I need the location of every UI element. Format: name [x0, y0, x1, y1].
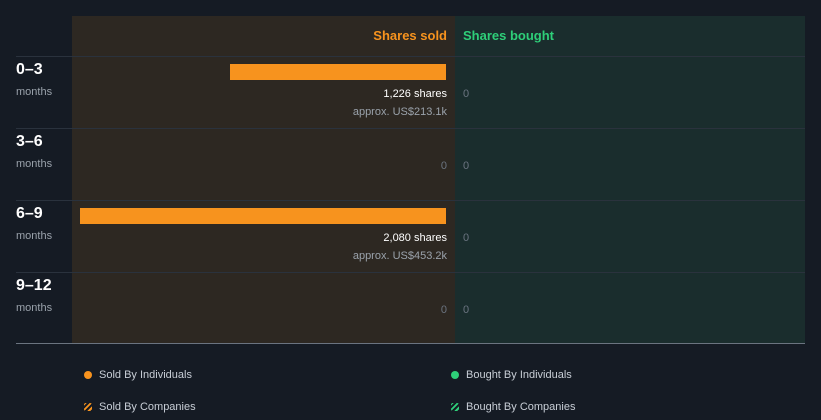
- period-label: 0–3: [16, 61, 43, 78]
- legend-label: Bought By Companies: [466, 401, 576, 413]
- legend-label: Sold By Individuals: [99, 369, 192, 381]
- row-divider: [16, 272, 805, 273]
- sold-bar: [80, 208, 446, 224]
- period-label: 9–12: [16, 277, 52, 294]
- dot-icon: [84, 371, 92, 379]
- period-unit: months: [16, 230, 53, 242]
- hatch-icon: [84, 403, 92, 411]
- legend-sold-by-companies: Sold By Companies: [84, 401, 196, 413]
- period-label: 6–9: [16, 205, 43, 222]
- shares-sold-header: Shares sold: [373, 28, 447, 43]
- sold-shares-label: 1,226 shares: [383, 88, 447, 100]
- row-divider: [16, 56, 805, 57]
- period-label: 3–6: [16, 133, 43, 150]
- bought-zero-label: 0: [463, 232, 470, 244]
- sold-value-label: approx. US$453.2k: [352, 250, 447, 262]
- dot-icon: [451, 371, 459, 379]
- chart-baseline: [16, 343, 805, 344]
- sold-value-label: approx. US$213.1k: [352, 106, 447, 118]
- sold-bar: [230, 64, 446, 80]
- row-divider: [16, 128, 805, 129]
- legend-bought-by-companies: Bought By Companies: [451, 401, 575, 413]
- legend-label: Bought By Individuals: [466, 369, 572, 381]
- period-unit: months: [16, 86, 53, 98]
- legend-label: Sold By Companies: [99, 401, 196, 413]
- sold-zero-label: 0: [440, 160, 447, 172]
- sold-shares-label: 2,080 shares: [383, 232, 447, 244]
- legend-bought-by-individuals: Bought By Individuals: [451, 369, 572, 381]
- bought-zero-label: 0: [463, 88, 470, 100]
- period-unit: months: [16, 302, 53, 314]
- bought-zero-label: 0: [463, 304, 470, 316]
- hatch-icon: [451, 403, 459, 411]
- row-divider: [16, 200, 805, 201]
- period-unit: months: [16, 158, 53, 170]
- shares-bought-header: Shares bought: [463, 28, 555, 43]
- legend-sold-by-individuals: Sold By Individuals: [84, 369, 192, 381]
- bought-zero-label: 0: [463, 160, 470, 172]
- bought-panel: [455, 16, 805, 343]
- sold-zero-label: 0: [440, 304, 447, 316]
